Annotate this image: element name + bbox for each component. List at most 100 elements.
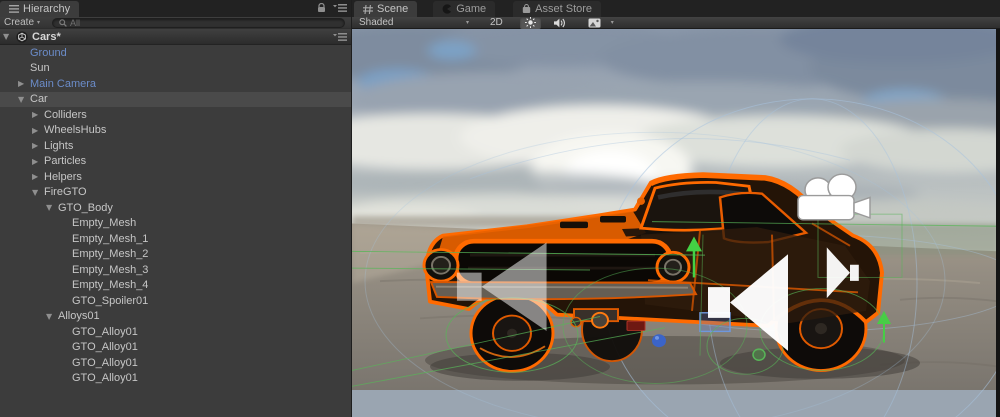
hierarchy-item-empty-mesh-3[interactable]: Empty_Mesh_3 bbox=[0, 262, 351, 278]
hierarchy-panel: Hierarchy Create▾ All bbox=[0, 0, 352, 417]
hierarchy-tabbar: Hierarchy bbox=[0, 0, 351, 17]
image-icon bbox=[588, 18, 601, 28]
create-button[interactable]: Create▾ bbox=[4, 17, 40, 28]
disclosure-triangle[interactable]: ▼ bbox=[3, 32, 16, 41]
disclosure-triangle[interactable]: ▼ bbox=[44, 312, 58, 321]
hierarchy-item-ground[interactable]: Ground bbox=[0, 45, 351, 61]
game-tab-label: Game bbox=[456, 3, 486, 15]
hierarchy-tree: GroundSun▶Main Camera▼Car▶Colliders▶Whee… bbox=[0, 45, 351, 386]
effects-toggle-button[interactable] bbox=[583, 17, 606, 29]
hierarchy-item-particles[interactable]: ▶Particles bbox=[0, 154, 351, 170]
chevron-down-icon: ▾ bbox=[37, 19, 40, 26]
hierarchy-item-empty-mesh[interactable]: Empty_Mesh bbox=[0, 216, 351, 232]
hierarchy-item-empty-mesh-1[interactable]: Empty_Mesh_1 bbox=[0, 231, 351, 247]
hierarchy-item-colliders[interactable]: ▶Colliders bbox=[0, 107, 351, 123]
scene-toolbar: Shaded ▾ 2D bbox=[352, 17, 1000, 29]
lock-icon[interactable] bbox=[317, 3, 326, 13]
hierarchy-item-sun[interactable]: Sun bbox=[0, 61, 351, 77]
disclosure-triangle[interactable]: ▶ bbox=[16, 79, 30, 88]
hierarchy-item-label: GTO_Body bbox=[58, 202, 113, 214]
hierarchy-item-gto-alloy01[interactable]: GTO_Alloy01 bbox=[0, 340, 351, 356]
unity-scene-icon bbox=[16, 31, 28, 43]
scene-panel: Scene Game Asset Store Shaded ▾ bbox=[352, 0, 1000, 417]
hierarchy-item-label: GTO_Alloy01 bbox=[72, 372, 138, 384]
hierarchy-item-label: Lights bbox=[44, 140, 73, 152]
hierarchy-toolbar: Create▾ All bbox=[0, 17, 351, 29]
tab-asset-store[interactable]: Asset Store bbox=[513, 1, 601, 17]
disclosure-triangle[interactable]: ▼ bbox=[16, 95, 30, 104]
scene-viewport[interactable] bbox=[352, 29, 1000, 417]
hierarchy-item-main-camera[interactable]: ▶Main Camera bbox=[0, 76, 351, 92]
hierarchy-item-label: FireGTO bbox=[44, 186, 87, 198]
hierarchy-item-gto-body[interactable]: ▼GTO_Body bbox=[0, 200, 351, 216]
hierarchy-item-label: Particles bbox=[44, 155, 86, 167]
hierarchy-item-label: Empty_Mesh_4 bbox=[72, 279, 148, 291]
hierarchy-item-label: Car bbox=[30, 93, 48, 105]
search-icon bbox=[59, 19, 67, 27]
sun-icon bbox=[525, 17, 536, 28]
hierarchy-item-wheelshubs[interactable]: ▶WheelsHubs bbox=[0, 123, 351, 139]
scene-header-menu-icon[interactable] bbox=[333, 33, 347, 42]
search-placeholder: All bbox=[70, 18, 80, 28]
viewport-right-edge bbox=[996, 29, 1000, 417]
disclosure-triangle[interactable]: ▼ bbox=[44, 203, 58, 212]
2d-toggle-button[interactable]: 2D bbox=[485, 17, 508, 29]
asset-store-bag-icon bbox=[522, 4, 531, 14]
game-icon bbox=[442, 4, 452, 14]
lighting-toggle-button[interactable] bbox=[520, 17, 541, 29]
render-mode-dropdown[interactable]: Shaded ▾ bbox=[355, 17, 473, 28]
unity-editor-window: Hierarchy Create▾ All bbox=[0, 0, 1000, 417]
hierarchy-item-label: Colliders bbox=[44, 109, 87, 121]
list-icon bbox=[9, 5, 19, 13]
chevron-down-icon: ▾ bbox=[611, 19, 614, 26]
hierarchy-item-firegto[interactable]: ▼FireGTO bbox=[0, 185, 351, 201]
hierarchy-item-label: Empty_Mesh_2 bbox=[72, 248, 148, 260]
panel-menu-icon[interactable] bbox=[333, 4, 347, 13]
hierarchy-item-gto-alloy01[interactable]: GTO_Alloy01 bbox=[0, 324, 351, 340]
hierarchy-item-label: Ground bbox=[30, 47, 67, 59]
hierarchy-item-label: GTO_Spoiler01 bbox=[72, 295, 148, 307]
tab-hierarchy[interactable]: Hierarchy bbox=[0, 1, 79, 17]
disclosure-triangle[interactable]: ▼ bbox=[30, 188, 44, 197]
scene-tab-label: Scene bbox=[377, 3, 408, 15]
hierarchy-item-label: Empty_Mesh bbox=[72, 217, 136, 229]
hierarchy-item-alloys01[interactable]: ▼Alloys01 bbox=[0, 309, 351, 325]
tab-game[interactable]: Game bbox=[433, 1, 495, 17]
disclosure-triangle[interactable]: ▶ bbox=[30, 110, 44, 119]
scene-grid-icon bbox=[363, 5, 373, 14]
effects-dropdown-button[interactable]: ▾ bbox=[606, 17, 619, 29]
hierarchy-item-gto-alloy01[interactable]: GTO_Alloy01 bbox=[0, 355, 351, 371]
hierarchy-item-gto-spoiler01[interactable]: GTO_Spoiler01 bbox=[0, 293, 351, 309]
hierarchy-item-label: GTO_Alloy01 bbox=[72, 326, 138, 338]
tab-scene[interactable]: Scene bbox=[354, 1, 417, 17]
hierarchy-item-label: WheelsHubs bbox=[44, 124, 106, 136]
disclosure-triangle[interactable]: ▶ bbox=[30, 141, 44, 150]
hierarchy-item-car[interactable]: ▼Car bbox=[0, 92, 351, 108]
disclosure-triangle[interactable]: ▶ bbox=[30, 126, 44, 135]
hierarchy-item-label: GTO_Alloy01 bbox=[72, 357, 138, 369]
hierarchy-item-empty-mesh-4[interactable]: Empty_Mesh_4 bbox=[0, 278, 351, 294]
hierarchy-item-helpers[interactable]: ▶Helpers bbox=[0, 169, 351, 185]
hierarchy-item-label: Sun bbox=[30, 62, 50, 74]
speaker-icon bbox=[554, 18, 566, 28]
hierarchy-tab-label: Hierarchy bbox=[23, 3, 70, 15]
hierarchy-item-label: Empty_Mesh_3 bbox=[72, 264, 148, 276]
disclosure-triangle[interactable]: ▶ bbox=[30, 157, 44, 166]
hierarchy-item-empty-mesh-2[interactable]: Empty_Mesh_2 bbox=[0, 247, 351, 263]
hierarchy-item-label: Alloys01 bbox=[58, 310, 100, 322]
chevron-down-icon: ▾ bbox=[466, 19, 469, 26]
hierarchy-item-label: Helpers bbox=[44, 171, 82, 183]
audio-toggle-button[interactable] bbox=[549, 17, 571, 29]
render-mode-label: Shaded bbox=[359, 17, 466, 28]
scene-name: Cars* bbox=[32, 31, 61, 43]
hierarchy-item-lights[interactable]: ▶Lights bbox=[0, 138, 351, 154]
hierarchy-item-label: Empty_Mesh_1 bbox=[72, 233, 148, 245]
disclosure-triangle[interactable]: ▶ bbox=[30, 172, 44, 181]
scene-3d-render bbox=[352, 29, 1000, 417]
scene-tabbar: Scene Game Asset Store bbox=[352, 0, 1000, 17]
hierarchy-item-label: Main Camera bbox=[30, 78, 96, 90]
search-input[interactable]: All bbox=[52, 18, 345, 28]
hierarchy-item-gto-alloy01[interactable]: GTO_Alloy01 bbox=[0, 371, 351, 387]
asset-store-tab-label: Asset Store bbox=[535, 3, 592, 15]
scene-header-row[interactable]: ▼ Cars* bbox=[0, 29, 351, 45]
